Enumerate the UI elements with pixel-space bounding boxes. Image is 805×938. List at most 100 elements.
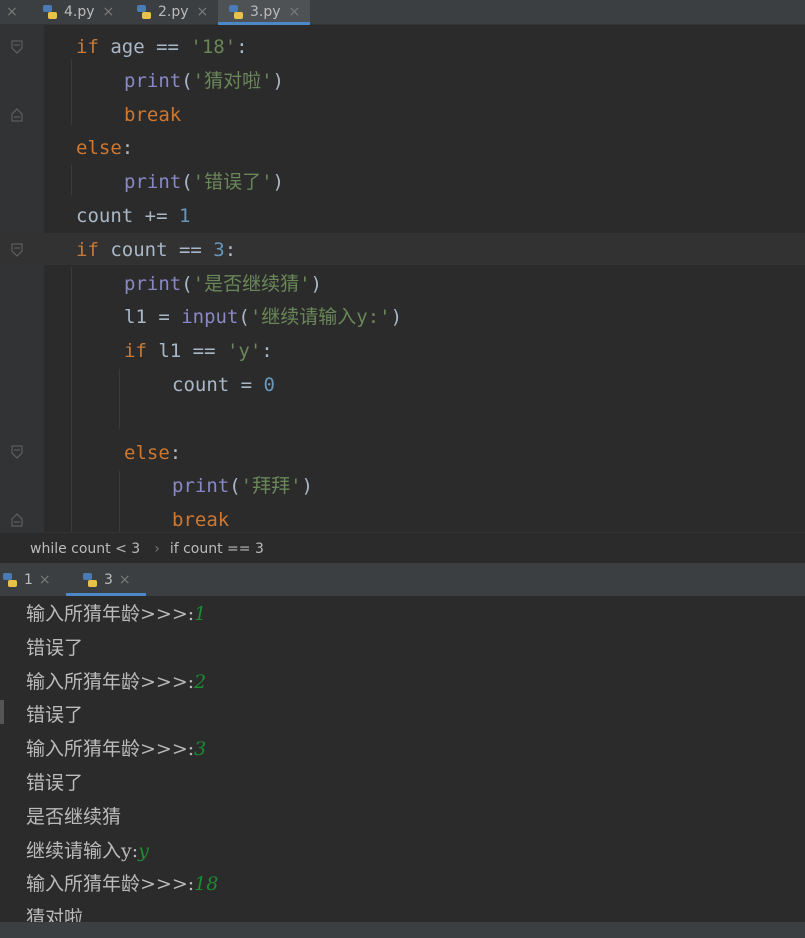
console-user-input: 1 [194, 603, 207, 625]
indent-guide [71, 267, 72, 532]
console-line: 错误了 [26, 698, 83, 732]
code-token: ( [181, 171, 193, 194]
tab-2py[interactable]: 2.py × [134, 0, 220, 24]
code-token: '猜对啦' [192, 69, 273, 92]
console-output-text: 输入所猜年龄>>>: [26, 670, 195, 693]
console-line: 错误了 [26, 766, 83, 800]
python-file-icon [42, 4, 58, 20]
console-line: 错误了 [26, 631, 83, 665]
fold-marker-icon[interactable] [11, 243, 23, 257]
code-token: : [169, 441, 182, 464]
code-token: 1 [178, 205, 191, 227]
fold-marker-icon[interactable] [11, 445, 23, 459]
code-token: 0 [263, 374, 275, 396]
code-token: print [124, 69, 182, 92]
code-token: print [124, 171, 182, 194]
code-token: : [261, 340, 273, 363]
close-icon[interactable]: × [119, 572, 131, 588]
code-token: if [76, 36, 99, 58]
code-line: print('错误了') [124, 166, 284, 198]
tab-label: 2.py [158, 4, 189, 20]
close-icon[interactable]: × [289, 4, 301, 20]
code-token: count = [172, 374, 264, 396]
code-token: '继续请输入y:' [249, 306, 391, 329]
python-file-icon [136, 4, 152, 20]
fold-marker-icon[interactable] [11, 108, 23, 122]
code-token: print [172, 475, 230, 498]
indent-guide [71, 165, 72, 195]
close-icon[interactable]: × [6, 0, 18, 24]
chevron-right-icon: › [154, 540, 160, 557]
console-line: 输入所猜年龄>>>:3 [26, 732, 206, 766]
code-token: ) [310, 272, 322, 295]
code-token: : [121, 137, 134, 160]
run-console[interactable]: 输入所猜年龄>>>:1 错误了 输入所猜年龄>>>:2 错误了 输入所猜年龄>>>:3 错… [0, 597, 805, 922]
tab-4py[interactable]: 4.py × [40, 0, 126, 24]
console-output-text: 错误了 [26, 772, 84, 794]
breadcrumb: while count < 3 › if count == 3 [0, 532, 805, 564]
console-output-text: 猜对啦 [26, 907, 84, 922]
close-icon[interactable]: × [197, 4, 209, 20]
code-line: else: [124, 437, 181, 469]
code-line: count += 1 [76, 200, 190, 232]
code-token: if [76, 238, 99, 261]
fold-marker-icon[interactable] [11, 513, 23, 527]
code-token: '是否继续猜' [192, 272, 311, 295]
tab-label: 4.py [64, 4, 95, 20]
run-tab-label: 3 [104, 571, 113, 588]
indent-guide [71, 59, 72, 125]
code-token: 3 [213, 238, 225, 261]
console-output-text: 输入所猜年龄>>>: [26, 738, 195, 761]
code-line: print('是否继续猜') [124, 268, 322, 300]
fold-marker-icon[interactable] [11, 40, 23, 54]
indent-guide [119, 369, 120, 429]
python-file-icon [228, 4, 244, 20]
code-token: ( [181, 69, 193, 92]
console-line: 输入所猜年龄>>>:1 [26, 597, 206, 631]
code-line: if l1 == 'y': [124, 335, 273, 367]
run-tab-1[interactable]: 1 × [2, 563, 62, 596]
code-token: '18' [190, 36, 237, 58]
console-user-input: y [138, 839, 149, 862]
code-token: '拜拜' [240, 475, 302, 498]
tab-label: 3.py [250, 4, 281, 20]
run-tab-label: 1 [24, 571, 33, 588]
close-icon[interactable]: × [39, 572, 51, 588]
console-output-text: 是否继续猜 [26, 805, 122, 828]
code-line: l1 = input('继续请输入y:') [124, 301, 402, 333]
code-token: ( [238, 306, 250, 329]
console-line: 猜对啦 [26, 901, 83, 922]
code-token: else [124, 441, 170, 464]
console-line: 继续请输入y:y [26, 834, 149, 868]
console-output-text: 错误了 [26, 704, 84, 727]
code-line: count = 0 [172, 369, 275, 401]
code-token: if [124, 340, 147, 363]
code-line: break [172, 504, 229, 532]
code-line: if count == 3: [76, 234, 236, 266]
code-token: ) [301, 475, 313, 498]
code-token: : [224, 238, 237, 261]
code-token: count == [98, 238, 214, 261]
breadcrumb-if[interactable]: if count == 3 [170, 541, 264, 557]
code-editor[interactable]: if age == '18': print('猜对啦') break else: pri… [0, 25, 805, 532]
console-user-input: 3 [194, 738, 207, 761]
horizontal-scrollbar[interactable] [0, 922, 805, 938]
editor-tab-bar: × 4.py × 2.py × 3.py × [0, 0, 805, 25]
console-output-text: 输入所猜年龄>>>: [26, 873, 195, 896]
code-token: l1 = [124, 306, 182, 329]
code-token: 'y' [226, 340, 262, 363]
console-scroll-marker [0, 700, 4, 724]
code-token: ) [272, 69, 284, 92]
tab-3py[interactable]: 3.py × [218, 0, 310, 25]
code-token: ) [272, 171, 284, 194]
close-icon[interactable]: × [103, 4, 115, 20]
code-line: else: [76, 132, 133, 164]
console-line: 输入所猜年龄>>>:18 [26, 867, 218, 901]
console-output-text: 错误了 [26, 636, 84, 659]
code-token: ( [229, 475, 241, 498]
code-line: break [124, 99, 181, 131]
console-output-text: 继续请输入y: [26, 839, 139, 862]
code-line: print('拜拜') [172, 470, 313, 502]
run-tab-3[interactable]: 3 × [66, 563, 146, 596]
breadcrumb-while[interactable]: while count < 3 [30, 541, 140, 557]
